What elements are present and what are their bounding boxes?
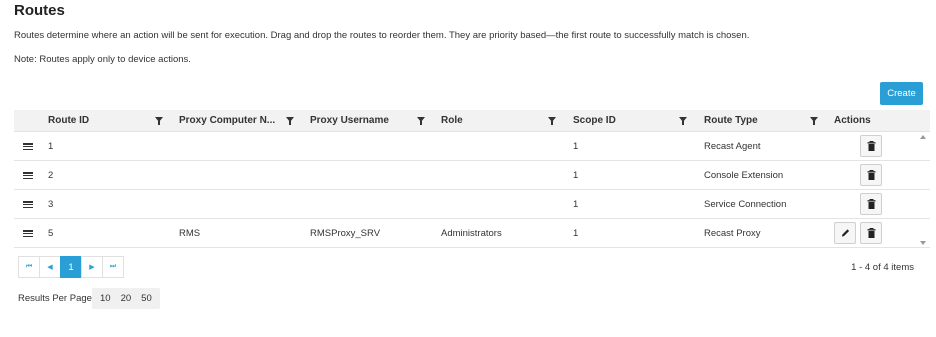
table-row[interactable]: 2 1 Console Extension: [14, 161, 930, 190]
trash-icon: [867, 141, 875, 151]
cell-route-type: Service Connection: [704, 199, 787, 210]
cell-route-id: 1: [48, 141, 54, 152]
delete-button[interactable]: [860, 222, 882, 244]
cell-route-type: Recast Proxy: [704, 228, 761, 239]
next-page-button[interactable]: ▶: [81, 256, 103, 278]
drag-handle-icon[interactable]: [23, 143, 33, 151]
table-row[interactable]: 3 1 Service Connection: [14, 190, 930, 219]
trash-icon: [867, 170, 875, 180]
cell-scope-id: 1: [573, 141, 579, 152]
cell-route-type: Console Extension: [704, 170, 784, 181]
filter-icon[interactable]: [679, 117, 687, 125]
scroll-down-arrow-icon[interactable]: [920, 241, 926, 245]
create-button[interactable]: Create: [880, 82, 923, 105]
table-row[interactable]: 1 1 Recast Agent: [14, 132, 930, 161]
cell-route-id: 3: [48, 199, 54, 210]
page-size-selector: 10 20 50: [92, 288, 160, 309]
filter-icon[interactable]: [548, 117, 556, 125]
page-note: Note: Routes apply only to device action…: [14, 54, 191, 65]
grid-header: Route ID Proxy Computer N... Proxy Usern…: [14, 110, 930, 132]
cell-scope-id: 1: [573, 199, 579, 210]
trash-icon: [867, 228, 875, 238]
cell-scope-id: 1: [573, 170, 579, 181]
pager-summary: 1 - 4 of 4 items: [851, 262, 914, 273]
delete-button[interactable]: [860, 193, 882, 215]
column-header-actions: Actions: [834, 115, 871, 126]
delete-button[interactable]: [860, 135, 882, 157]
edit-button[interactable]: [834, 222, 856, 244]
cell-route-id: 5: [48, 228, 54, 239]
column-header-scope-id[interactable]: Scope ID: [573, 110, 673, 132]
column-header-role[interactable]: Role: [441, 110, 541, 132]
routes-grid: Route ID Proxy Computer N... Proxy Usern…: [14, 110, 930, 248]
drag-handle-icon[interactable]: [23, 230, 33, 238]
filter-icon[interactable]: [810, 117, 818, 125]
column-header-route-type[interactable]: Route Type: [704, 110, 804, 132]
cell-route-id: 2: [48, 170, 54, 181]
cell-scope-id: 1: [573, 228, 579, 239]
column-header-route-id[interactable]: Route ID: [48, 110, 148, 132]
table-row[interactable]: 5 RMS RMSProxy_SRV Administrators 1 Reca…: [14, 219, 930, 248]
column-header-proxy-computer[interactable]: Proxy Computer N...: [179, 110, 277, 132]
page-title: Routes: [14, 2, 65, 19]
last-page-button[interactable]: ⏭: [102, 256, 124, 278]
drag-handle-icon[interactable]: [23, 201, 33, 209]
drag-handle-icon[interactable]: [23, 172, 33, 180]
page-description: Routes determine where an action will be…: [14, 30, 750, 41]
trash-icon: [867, 199, 875, 209]
page-size-option[interactable]: 10: [95, 293, 116, 304]
results-per-page-label: Results Per Page:: [18, 293, 95, 304]
first-page-button[interactable]: ⏮: [18, 256, 40, 278]
filter-icon[interactable]: [155, 117, 163, 125]
filter-icon[interactable]: [417, 117, 425, 125]
cell-proxy-username: RMSProxy_SRV: [310, 228, 381, 239]
page-number-button[interactable]: 1: [60, 256, 82, 278]
cell-proxy-computer: RMS: [179, 228, 201, 239]
prev-page-button[interactable]: ◀: [39, 256, 61, 278]
pagination: ⏮ ◀ 1 ▶ ⏭: [18, 256, 124, 278]
cell-route-type: Recast Agent: [704, 141, 761, 152]
pencil-icon: [841, 229, 849, 237]
delete-button[interactable]: [860, 164, 882, 186]
page-size-option[interactable]: 20: [116, 293, 137, 304]
filter-icon[interactable]: [286, 117, 294, 125]
page-size-option[interactable]: 50: [136, 293, 157, 304]
cell-role: Administrators: [441, 228, 502, 239]
scroll-up-arrow-icon[interactable]: [920, 135, 926, 139]
column-header-proxy-username[interactable]: Proxy Username: [310, 110, 410, 132]
